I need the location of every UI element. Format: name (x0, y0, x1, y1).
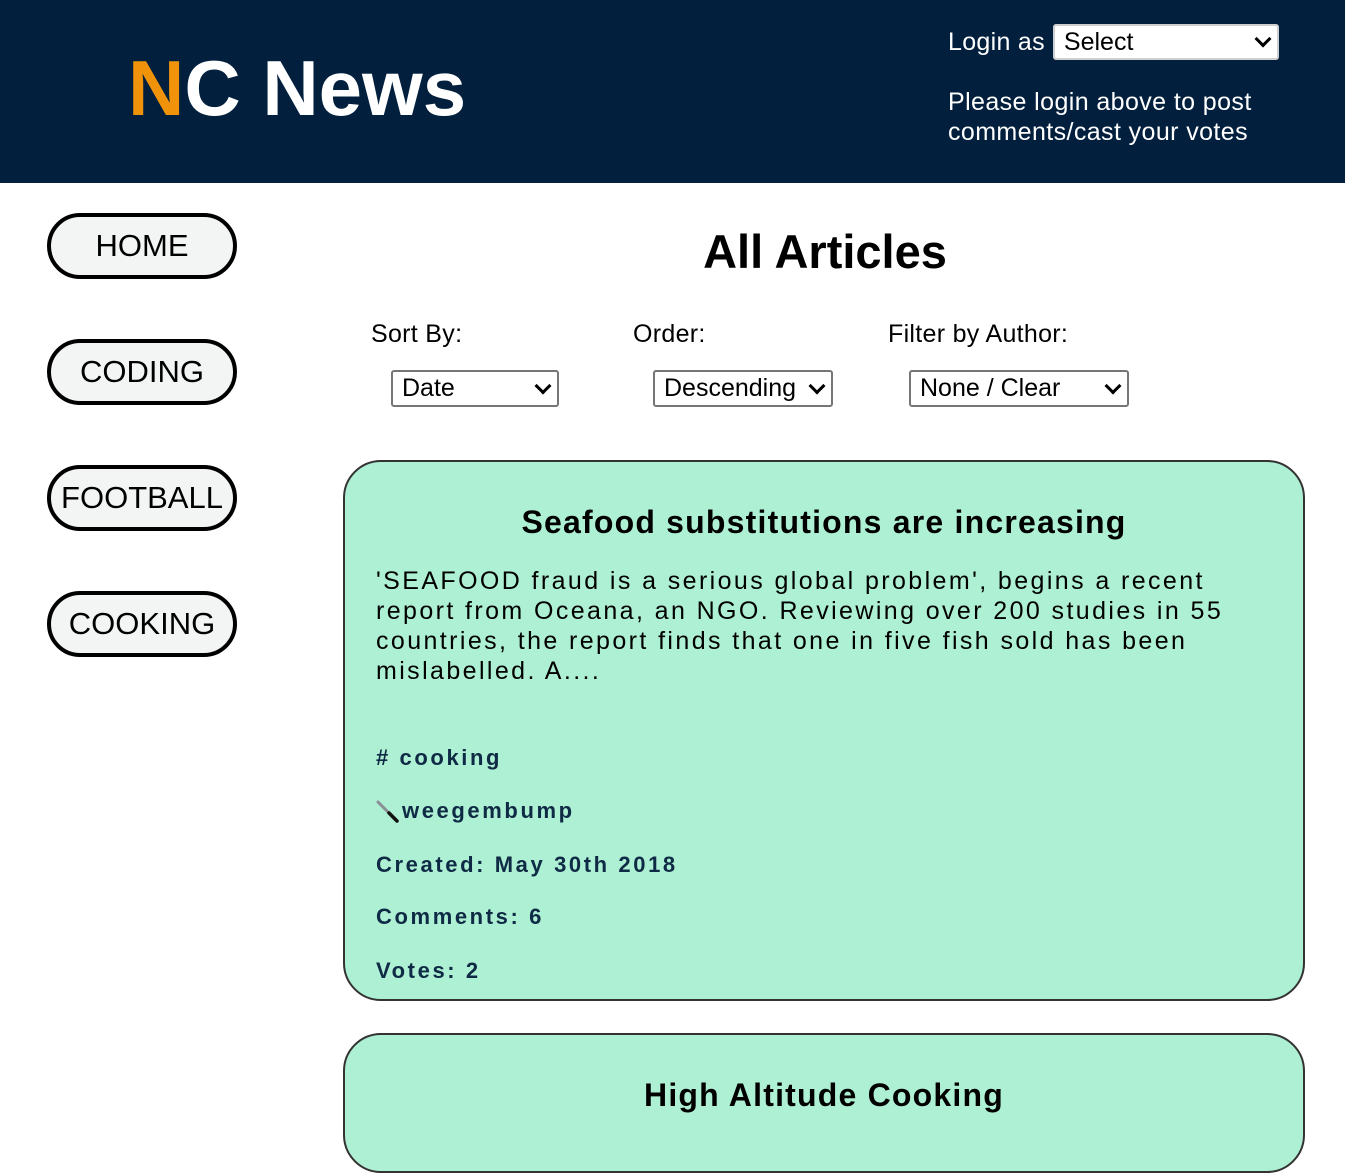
site-header: NC News Login as Select Please login abo… (0, 0, 1345, 183)
filter-author-label: Filter by Author: (888, 320, 1069, 348)
knife-icon (376, 800, 399, 823)
article-title[interactable]: High Altitude Cooking (345, 1077, 1303, 1114)
filter-author-value: None / Clear (920, 374, 1061, 402)
nav-football-label: FOOTBALL (61, 480, 223, 515)
login-select-value: Select (1063, 27, 1134, 56)
login-control: Login as Select (948, 24, 1279, 60)
login-label: Login as (948, 27, 1045, 56)
order-select[interactable]: Descending (653, 370, 833, 407)
sort-by-label: Sort By: (371, 320, 463, 348)
order-value: Descending (664, 374, 797, 402)
chevron-down-icon (808, 377, 826, 394)
chevron-down-icon (1104, 377, 1122, 394)
sort-by-value: Date (402, 374, 455, 402)
login-user-select[interactable]: Select (1052, 24, 1279, 60)
sort-by-select[interactable]: Date (391, 370, 559, 407)
article-author[interactable]: weegembump (376, 798, 575, 824)
nav-cooking-label: COOKING (68, 606, 216, 641)
article-title[interactable]: Seafood substitutions are increasing (345, 504, 1303, 541)
page-title: All Articles (703, 225, 947, 278)
logo-accent-letter: N (128, 44, 185, 132)
order-label: Order: (633, 320, 706, 348)
chevron-down-icon (534, 377, 552, 394)
nav-home-label: HOME (95, 228, 189, 263)
article-votes-count: Votes: 2 (376, 958, 481, 983)
chevron-down-icon (1254, 30, 1272, 48)
site-logo[interactable]: NC News (128, 38, 466, 138)
nav-home-button[interactable]: HOME (47, 213, 237, 279)
article-comments-count[interactable]: Comments: 6 (376, 904, 544, 930)
filter-author-select[interactable]: None / Clear (909, 370, 1129, 407)
nav-coding-label: CODING (80, 354, 204, 389)
article-author-name: weegembump (402, 798, 575, 823)
nav-cooking-button[interactable]: COOKING (47, 591, 237, 657)
article-card[interactable]: Seafood substitutions are increasing 'SE… (343, 460, 1305, 1001)
article-created-date: Created: May 30th 2018 (376, 852, 678, 877)
article-card[interactable]: High Altitude Cooking (343, 1033, 1305, 1173)
article-topic[interactable]: # cooking (376, 745, 502, 771)
article-excerpt: 'SEAFOOD fraud is a serious global probl… (376, 567, 1224, 685)
login-message: Please login above to post comments/cast… (948, 88, 1252, 146)
logo-text: C News (184, 44, 467, 132)
nav-football-button[interactable]: FOOTBALL (47, 465, 237, 531)
nav-coding-button[interactable]: CODING (47, 339, 237, 405)
